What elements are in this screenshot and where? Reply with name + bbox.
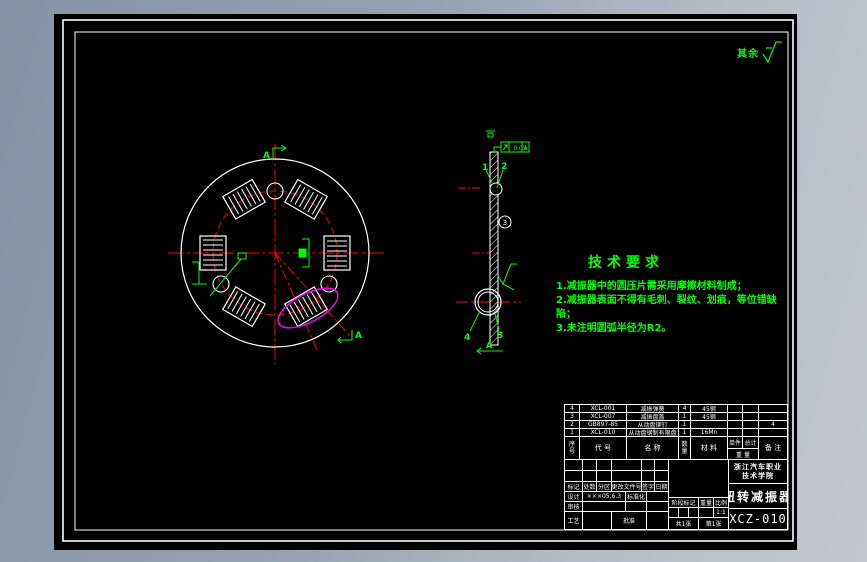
sheets-total: 共1张 [668,517,699,530]
section-label-bottom: A [355,331,362,341]
technical-requirements: 技术要求 1.减振器中的圆压片需采用摩擦材料制成； 2.减振器表面不得有毛刺、裂… [556,252,856,336]
label-approve: 批准 [611,511,647,530]
label-craft: 工艺 [564,511,583,530]
balloon-3: 3 [497,331,503,341]
organization-line2: 技术学院 [742,471,774,480]
cad-drawing-window: A A 3 0.05 A 1 2 4 3 A 其余 技术要求 1.减振器中的圆压… [0,0,867,562]
parts-header-code: 代 号 [579,436,627,460]
craft-cell [582,511,612,530]
section-label-top: A [263,151,270,161]
organization-line1: 浙江汽车职业 [734,462,782,471]
tech-req-line: 2.减振器表面不得有毛刺、裂纹、划痕，等位错缺 [556,295,777,306]
balloon-1: 1 [482,163,488,173]
part-title: 扭转减振器 [728,483,788,509]
sheet-number: 第1张 [698,517,729,530]
parts-header-qty-top: 数 [681,441,688,448]
parts-header-name: 名 称 [626,436,679,460]
balloon-2: 2 [501,162,507,172]
balloon-circle-label: 3 [503,219,507,227]
approve-cell [646,511,669,530]
tech-req-line: 3.未注明圆弧半径为R2。 [556,323,672,334]
parts-header-material: 材 料 [690,436,728,460]
title-block: 4 XCL-001 减振弹簧 4 45钢 3 XCL-007 减振盘盖 1 45… [564,404,788,530]
organization-name: 浙江汽车职业 技术学院 [728,459,788,484]
balloon-4: 4 [464,333,470,343]
remainder-label: 其余 [737,49,759,60]
parts-header-no-bottom: 号 [568,448,575,455]
section-mark-bottom: A [486,341,493,350]
parts-header-qty-bottom: 量 [681,448,688,455]
drawing-number: XCZ-010 [728,508,788,530]
parts-header-remark: 备 注 [758,436,788,460]
stamp-area [668,459,729,498]
parts-header-no-top: 序 [568,441,575,448]
tech-req-line: 1.减振器中的圆压片需采用摩擦材料制成； [556,281,747,292]
parts-header-no: 序 号 [564,436,580,460]
tech-req-title: 技术要求 [588,255,664,271]
spring-wire-section [489,182,503,196]
tech-req-line: 陷； [556,309,576,320]
